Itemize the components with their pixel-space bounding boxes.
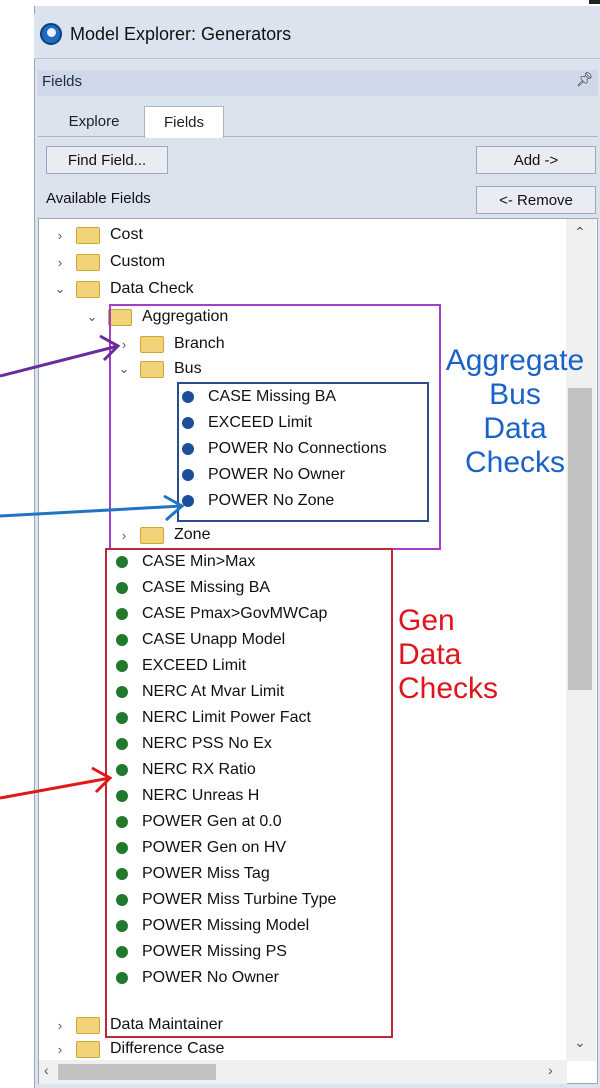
red-arrow [0,766,113,800]
purple-arrow [0,334,121,378]
blue-arrow [0,494,185,522]
annotation-arrows [0,334,185,800]
